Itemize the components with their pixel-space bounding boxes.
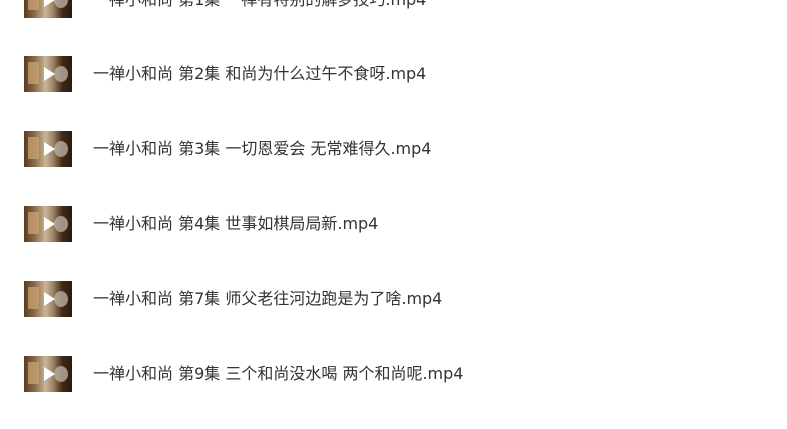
video-thumbnail[interactable] xyxy=(24,281,72,317)
play-icon xyxy=(44,367,55,381)
video-thumbnail[interactable] xyxy=(24,0,72,18)
video-list-item[interactable]: 一禅小和尚 第2集 和尚为什么过午不食呀.mp4 xyxy=(0,44,787,104)
play-icon xyxy=(44,142,55,156)
video-list-item[interactable]: 一禅小和尚 第7集 师父老往河边跑是为了啥.mp4 xyxy=(0,269,787,329)
video-list-item[interactable]: 一禅小和尚 第3集 一切恩爱会 无常难得久.mp4 xyxy=(0,119,787,179)
play-icon xyxy=(44,0,55,7)
video-file-list: 一禅小和尚 第1集 一禅有特别的解梦技巧.mp4 一禅小和尚 第2集 和尚为什么… xyxy=(0,0,787,429)
video-thumbnail[interactable] xyxy=(24,131,72,167)
video-thumbnail[interactable] xyxy=(24,356,72,392)
video-title[interactable]: 一禅小和尚 第3集 一切恩爱会 无常难得久.mp4 xyxy=(93,138,431,160)
play-icon xyxy=(44,67,55,81)
video-list-item[interactable]: 一禅小和尚 第9集 三个和尚没水喝 两个和尚呢.mp4 xyxy=(0,344,787,404)
video-thumbnail[interactable] xyxy=(24,206,72,242)
video-title[interactable]: 一禅小和尚 第9集 三个和尚没水喝 两个和尚呢.mp4 xyxy=(93,363,463,385)
video-title[interactable]: 一禅小和尚 第2集 和尚为什么过午不食呀.mp4 xyxy=(93,63,426,85)
video-title[interactable]: 一禅小和尚 第7集 师父老往河边跑是为了啥.mp4 xyxy=(93,288,442,310)
video-title[interactable]: 一禅小和尚 第1集 一禅有特别的解梦技巧.mp4 xyxy=(93,0,426,11)
play-icon xyxy=(44,292,55,306)
video-thumbnail[interactable] xyxy=(24,56,72,92)
video-list-item[interactable]: 一禅小和尚 第4集 世事如棋局局新.mp4 xyxy=(0,194,787,254)
play-icon xyxy=(44,217,55,231)
video-title[interactable]: 一禅小和尚 第4集 世事如棋局局新.mp4 xyxy=(93,213,378,235)
video-list-item[interactable]: 一禅小和尚 第1集 一禅有特别的解梦技巧.mp4 xyxy=(0,0,787,30)
